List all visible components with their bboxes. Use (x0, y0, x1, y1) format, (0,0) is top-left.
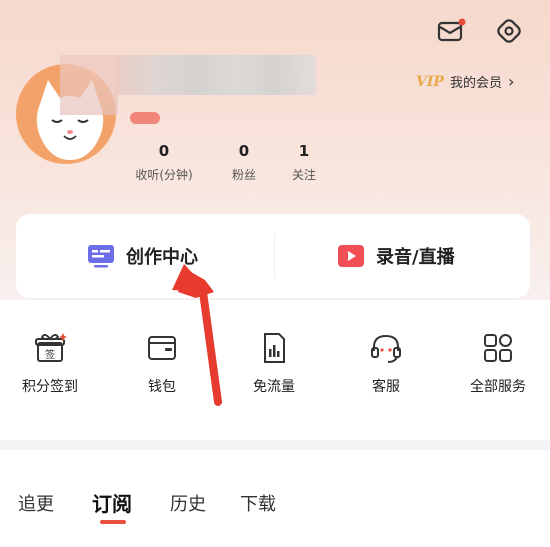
settings-icon[interactable] (492, 14, 526, 48)
svg-text:签: 签 (45, 348, 55, 361)
gift-sign-icon: 签 (32, 330, 68, 366)
service-label: 免流量 (253, 379, 295, 395)
data-free-icon (256, 330, 292, 366)
vip-label: 我的会员 (449, 76, 502, 91)
stat-listen[interactable]: 0 收听(分钟) (120, 142, 208, 183)
service-label: 全部服务 (470, 379, 526, 395)
service-points-signin[interactable]: 签 积分签到 (0, 330, 100, 396)
content-tabs: 追更 订阅 历史 下载 (0, 440, 550, 547)
active-tab-indicator (100, 520, 126, 524)
service-wallet[interactable]: 钱包 (112, 330, 212, 396)
stat-label: 粉丝 (231, 168, 256, 182)
record-live-button[interactable]: 录音/直播 (336, 238, 455, 274)
tab-history[interactable]: 历史 (170, 490, 206, 516)
stat-fans[interactable]: 0 粉丝 (220, 142, 268, 183)
vip-membership-link[interactable]: VIP 我的会员 › (416, 72, 514, 91)
services-grid: 签 积分签到 钱包 免流量 客服 全部服务 (0, 300, 550, 440)
headset-icon (368, 330, 404, 366)
record-live-label: 录音/直播 (376, 247, 455, 268)
tab-follow-updates[interactable]: 追更 (18, 490, 54, 516)
stat-label: 收听(分钟) (135, 168, 193, 182)
service-all[interactable]: 全部服务 (448, 330, 548, 396)
stat-value: 0 (158, 142, 170, 160)
stat-following[interactable]: 1 关注 (280, 142, 328, 183)
message-icon[interactable] (434, 14, 468, 48)
video-play-icon (338, 245, 364, 267)
tab-subscribe[interactable]: 订阅 (92, 488, 132, 517)
stat-label: 关注 (291, 168, 316, 182)
tab-downloads[interactable]: 下载 (240, 490, 276, 516)
service-label: 钱包 (148, 379, 176, 395)
divider (274, 234, 275, 278)
service-label: 积分签到 (22, 379, 78, 395)
chevron-right-icon: › (507, 72, 515, 91)
level-badge (130, 112, 160, 124)
service-data-free[interactable]: 免流量 (224, 330, 324, 396)
stat-value: 1 (298, 142, 310, 160)
creator-monitor-icon (88, 245, 114, 268)
creator-center-label: 创作中心 (126, 247, 198, 268)
service-label: 客服 (372, 379, 400, 395)
wallet-icon (144, 330, 180, 366)
creator-center-button[interactable]: 创作中心 (86, 238, 198, 274)
creator-card: 创作中心 录音/直播 (16, 214, 530, 298)
service-customer-support[interactable]: 客服 (336, 330, 436, 396)
stat-value: 0 (238, 142, 250, 160)
grid-icon (480, 330, 516, 366)
vip-badge: VIP (416, 73, 444, 90)
username-blurred-text (116, 55, 316, 95)
profile-stats: 0 收听(分钟) 0 粉丝 1 关注 (120, 142, 340, 192)
username-blurred (60, 55, 118, 115)
